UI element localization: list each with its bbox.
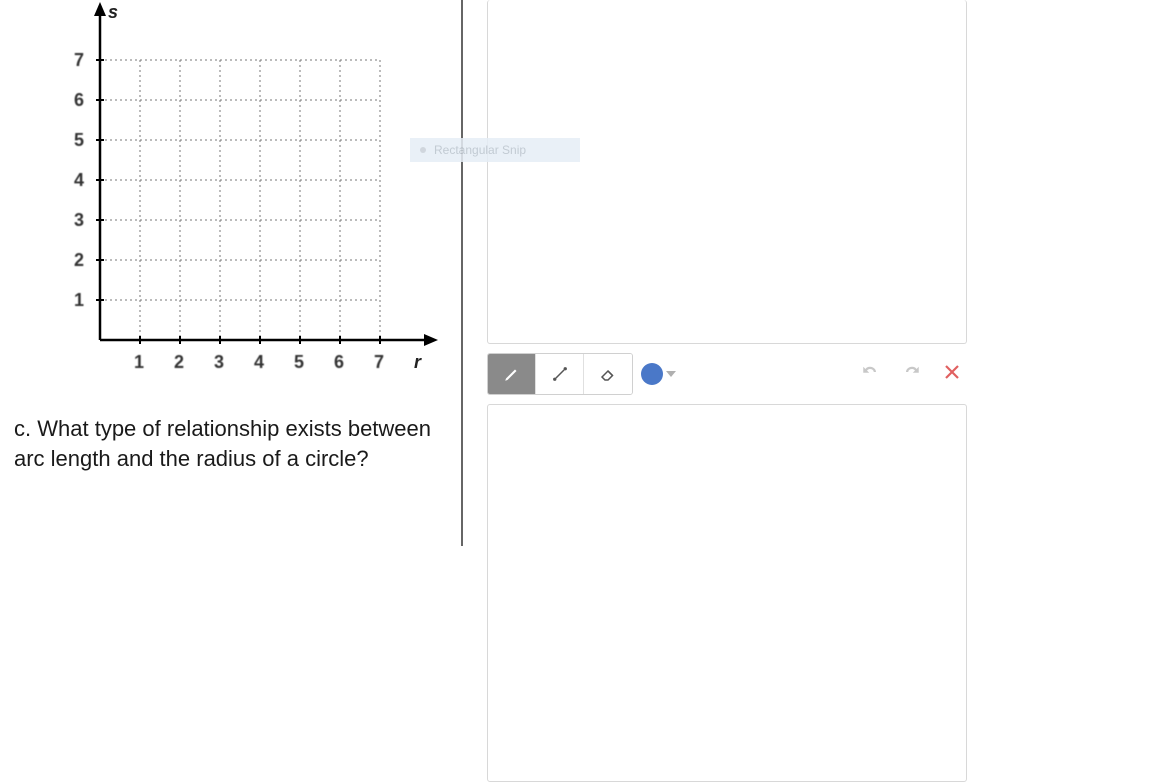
chevron-down-icon bbox=[666, 371, 676, 377]
color-picker[interactable] bbox=[641, 363, 676, 385]
undo-button[interactable] bbox=[859, 363, 881, 386]
clear-button[interactable] bbox=[943, 361, 961, 387]
x-tick-1: 1 bbox=[134, 352, 144, 373]
x-axis-label: r bbox=[414, 352, 421, 373]
question-label: c. bbox=[14, 416, 31, 441]
question-panel: s r 1 2 3 4 5 6 7 1 2 3 4 5 6 7 c. What … bbox=[0, 0, 463, 546]
snip-hint-label: Rectangular Snip bbox=[434, 143, 526, 157]
bullet-icon bbox=[420, 147, 426, 153]
eraser-icon bbox=[598, 365, 618, 383]
x-tick-4: 4 bbox=[254, 352, 264, 373]
answer-canvas-top[interactable] bbox=[487, 0, 967, 344]
grid-svg bbox=[50, 0, 440, 390]
line-tool-button[interactable] bbox=[536, 354, 584, 394]
y-tick-5: 5 bbox=[74, 130, 84, 151]
eraser-tool-button[interactable] bbox=[584, 354, 632, 394]
line-icon bbox=[551, 365, 569, 383]
x-tick-3: 3 bbox=[214, 352, 224, 373]
redo-button[interactable] bbox=[901, 363, 923, 386]
toolbar-right-group bbox=[859, 361, 967, 387]
pencil-tool-button[interactable] bbox=[488, 354, 536, 394]
question-c: c. What type of relationship exists betw… bbox=[14, 414, 434, 473]
close-icon bbox=[943, 363, 961, 381]
snip-hint-overlay: Rectangular Snip bbox=[410, 138, 580, 162]
color-swatch-icon bbox=[641, 363, 663, 385]
x-tick-6: 6 bbox=[334, 352, 344, 373]
x-tick-2: 2 bbox=[174, 352, 184, 373]
drawing-toolbar bbox=[487, 354, 967, 394]
question-text: What type of relationship exists between… bbox=[14, 416, 431, 471]
x-tick-5: 5 bbox=[294, 352, 304, 373]
answer-canvas-bottom[interactable] bbox=[487, 404, 967, 782]
y-tick-2: 2 bbox=[74, 250, 84, 271]
y-tick-3: 3 bbox=[74, 210, 84, 231]
y-tick-4: 4 bbox=[74, 170, 84, 191]
coordinate-grid: s r 1 2 3 4 5 6 7 1 2 3 4 5 6 7 bbox=[50, 0, 440, 390]
y-tick-7: 7 bbox=[74, 50, 84, 71]
pencil-icon bbox=[503, 365, 521, 383]
redo-icon bbox=[901, 363, 923, 381]
tool-group bbox=[487, 353, 633, 395]
y-axis-label: s bbox=[108, 2, 118, 23]
undo-icon bbox=[859, 363, 881, 381]
x-tick-7: 7 bbox=[374, 352, 384, 373]
y-tick-1: 1 bbox=[74, 290, 84, 311]
y-tick-6: 6 bbox=[74, 90, 84, 111]
